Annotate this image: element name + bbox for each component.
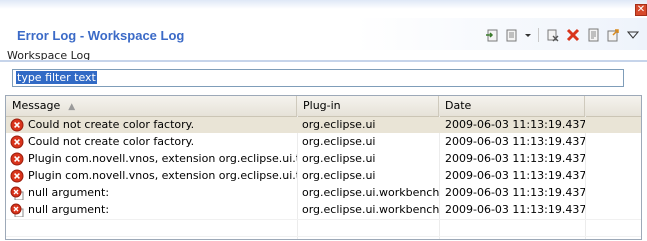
plugin-cell: org.eclipse.ui bbox=[302, 118, 376, 131]
message-text: Could not create color factory. bbox=[28, 118, 195, 131]
error-stack-icon bbox=[10, 186, 24, 201]
row-gridline bbox=[6, 236, 641, 237]
message-cell: null argument: bbox=[6, 185, 297, 201]
message-cell: Could not create color factory. bbox=[6, 134, 297, 150]
dropdown-arrow-icon[interactable] bbox=[524, 27, 532, 43]
error-stack-icon bbox=[10, 203, 24, 218]
sort-ascending-icon: ▲ bbox=[68, 102, 76, 112]
filter-input[interactable]: type filter text bbox=[12, 69, 624, 87]
clear-log-icon[interactable] bbox=[545, 27, 561, 43]
message-text: Plugin com.novell.vnos, extension org.ec… bbox=[28, 152, 297, 165]
toolbar-separator bbox=[538, 28, 539, 42]
message-cell: Could not create color factory. bbox=[6, 117, 297, 133]
table-row[interactable]: Plugin com.novell.vnos, extension org.ec… bbox=[6, 151, 641, 167]
restore-log-icon[interactable] bbox=[605, 27, 621, 43]
message-text: Plugin com.novell.vnos, extension org.ec… bbox=[28, 169, 297, 182]
plugin-cell: org.eclipse.ui bbox=[302, 169, 376, 182]
table-row[interactable]: Plugin com.novell.vnos, extension org.ec… bbox=[6, 168, 641, 184]
column-header-plugin[interactable]: Plug-in bbox=[297, 96, 439, 116]
log-table: Message ▲ Plug-in Date Could not create c… bbox=[5, 95, 642, 240]
table-row[interactable]: null argument: org.eclipse.ui.workbench 20… bbox=[6, 202, 641, 218]
column-header-date[interactable]: Date bbox=[439, 96, 585, 116]
error-icon bbox=[10, 169, 24, 183]
message-text: null argument: bbox=[28, 203, 110, 216]
column-header-message-label: Message bbox=[12, 99, 61, 112]
date-cell: 2009-06-03 11:13:19.437 bbox=[445, 118, 585, 131]
row-gridline bbox=[6, 219, 641, 220]
message-cell: Plugin com.novell.vnos, extension org.ec… bbox=[6, 168, 297, 184]
plugin-cell: org.eclipse.ui bbox=[302, 135, 376, 148]
table-row[interactable]: Could not create color factory. org.eclip… bbox=[6, 117, 641, 133]
message-cell: null argument: bbox=[6, 202, 297, 218]
column-header-date-label: Date bbox=[445, 99, 472, 112]
view-title-bar: Error Log - Workspace Log bbox=[0, 18, 647, 50]
close-view-button[interactable]: ✕ bbox=[635, 4, 647, 16]
date-cell: 2009-06-03 11:13:19.437 bbox=[445, 203, 585, 216]
filter-input-value: type filter text bbox=[16, 71, 97, 84]
date-cell: 2009-06-03 11:13:19.437 bbox=[445, 152, 585, 165]
column-header-plugin-label: Plug-in bbox=[303, 99, 341, 112]
column-header-message[interactable]: Message ▲ bbox=[6, 96, 297, 116]
table-header: Message ▲ Plug-in Date bbox=[6, 96, 641, 117]
import-log-icon[interactable] bbox=[504, 27, 520, 43]
date-cell: 2009-06-03 11:13:19.437 bbox=[445, 186, 585, 199]
error-icon bbox=[10, 118, 24, 132]
delete-log-icon[interactable] bbox=[565, 27, 581, 43]
view-toolbar bbox=[484, 26, 641, 44]
table-row[interactable]: null argument: org.eclipse.ui.workbench 20… bbox=[6, 185, 641, 201]
plugin-cell: org.eclipse.ui.workbench bbox=[302, 186, 439, 199]
error-icon bbox=[10, 152, 24, 166]
view-menu-icon[interactable] bbox=[625, 27, 641, 43]
open-log-icon[interactable] bbox=[585, 27, 601, 43]
plugin-cell: org.eclipse.ui.workbench bbox=[302, 203, 439, 216]
window-top-strip bbox=[0, 0, 647, 9]
date-cell: 2009-06-03 11:13:19.437 bbox=[445, 135, 585, 148]
export-log-icon[interactable] bbox=[484, 27, 500, 43]
message-text: null argument: bbox=[28, 186, 110, 199]
message-text: Could not create color factory. bbox=[28, 135, 195, 148]
error-icon bbox=[10, 135, 24, 149]
table-row[interactable]: Could not create color factory. org.eclip… bbox=[6, 134, 641, 150]
message-cell: Plugin com.novell.vnos, extension org.ec… bbox=[6, 151, 297, 167]
date-cell: 2009-06-03 11:13:19.437 bbox=[445, 169, 585, 182]
view-title: Error Log - Workspace Log bbox=[17, 28, 185, 43]
subtitle-divider bbox=[0, 60, 647, 62]
plugin-cell: org.eclipse.ui bbox=[302, 152, 376, 165]
